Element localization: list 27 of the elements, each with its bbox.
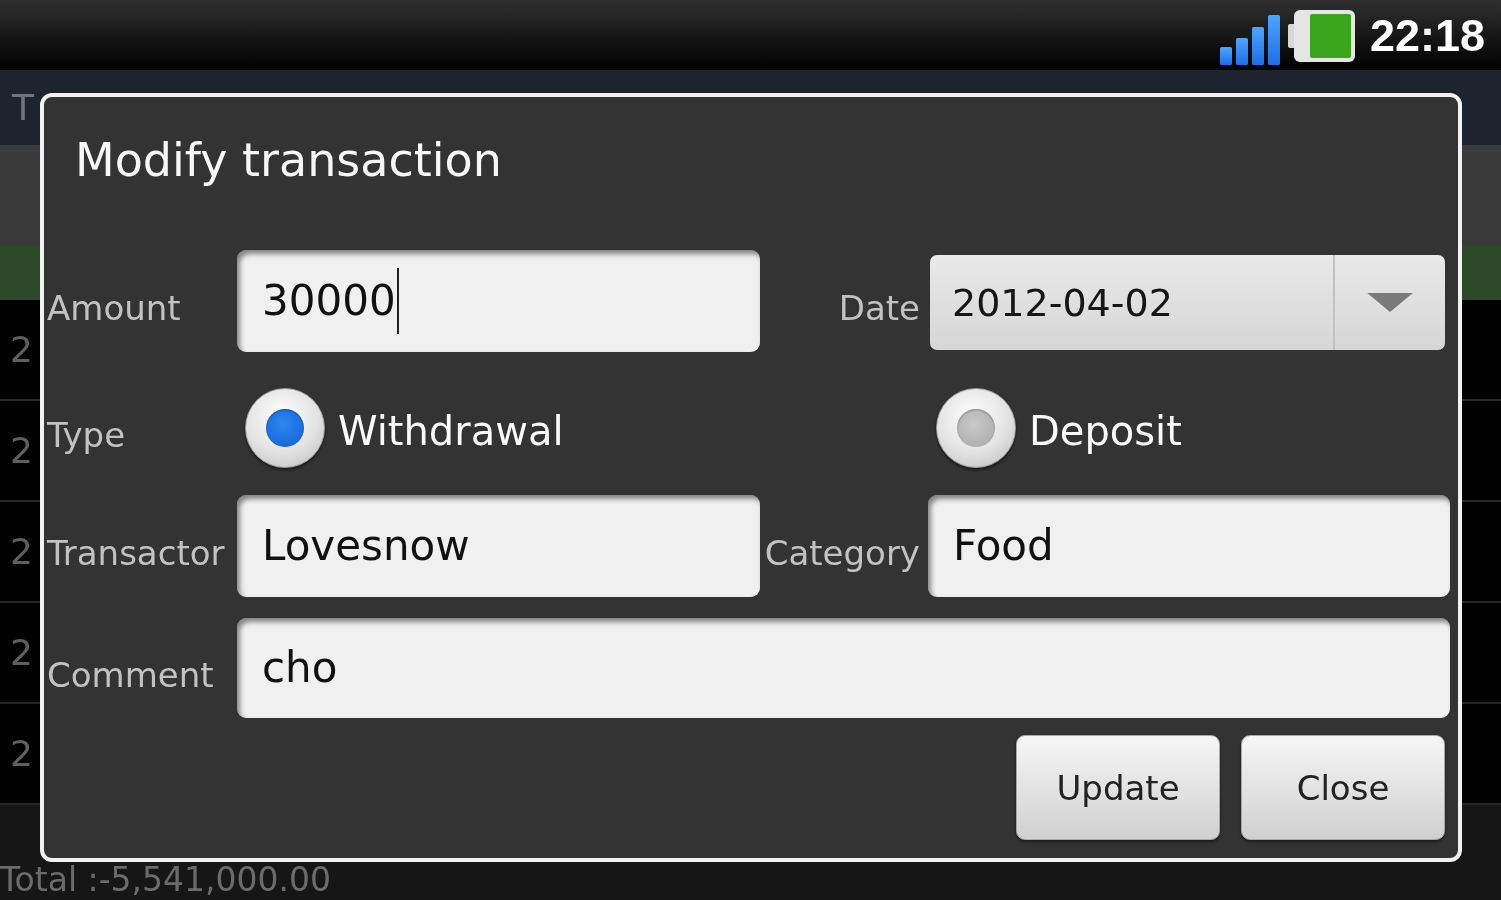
field-label: Comment	[47, 654, 214, 695]
list-row-text: 2	[10, 634, 33, 671]
battery-icon	[1287, 10, 1355, 62]
radio-option[interactable]: Deposit	[928, 385, 1450, 470]
dialog-title: Modify transaction	[74, 132, 503, 189]
dropdown-arrow-icon	[1367, 293, 1413, 312]
clock-text: 22:18	[1369, 12, 1485, 58]
radio-option[interactable]: Withdrawal	[237, 385, 928, 470]
field-label: Date	[838, 287, 920, 328]
total-text: Total :-5,541,000.00	[0, 863, 331, 896]
list-row-text: 2	[10, 533, 33, 570]
field-label: Amount	[47, 287, 181, 328]
comment-field[interactable]: cho	[237, 618, 1450, 718]
date-dropdown[interactable]: 2012-04-02	[930, 255, 1445, 350]
field-label: Category	[764, 532, 920, 573]
list-row-text: 2	[10, 432, 33, 469]
category-field[interactable]: Food	[928, 495, 1450, 597]
list-row-text: 2	[10, 735, 33, 772]
transactor-field[interactable]: Lovesnow	[237, 495, 760, 597]
dialog-button[interactable]: Update	[1016, 735, 1220, 840]
app-title-text: T	[12, 89, 34, 126]
dialog-button[interactable]: Close	[1241, 735, 1445, 840]
field-label: Type	[47, 413, 126, 455]
amount-field[interactable]: 30000	[237, 250, 760, 352]
field-label: Transactor	[47, 532, 225, 573]
signal-icon	[1219, 15, 1280, 65]
list-row-text: 2	[10, 331, 33, 368]
